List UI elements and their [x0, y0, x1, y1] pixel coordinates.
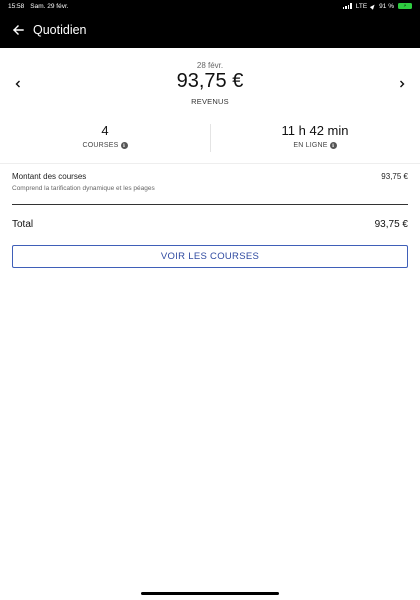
total-value: 93,75 € [374, 219, 408, 230]
online-duration: 11 h 42 min [281, 123, 349, 138]
stat-courses: 4 COURSES i [0, 122, 210, 156]
status-date: Sam. 29 févr. [30, 2, 69, 10]
battery-percent: 91 % [379, 2, 394, 10]
info-icon[interactable]: i [120, 142, 128, 149]
stat-divider [210, 124, 211, 152]
total-label: Total [12, 219, 34, 230]
network-label: LTE [355, 2, 368, 10]
online-label-row: EN LIGNE i [210, 142, 420, 149]
info-icon[interactable]: i [329, 142, 337, 149]
arrow-left-icon [13, 25, 24, 35]
summary-amount: 93,75 € [176, 70, 244, 92]
voir-les-courses-button[interactable]: VOIR LES COURSES [12, 245, 408, 268]
online-label: EN LIGNE [293, 142, 328, 149]
breakdown-divider [12, 204, 408, 205]
battery-icon: ⚡ [398, 3, 412, 9]
signal-icon [342, 3, 352, 9]
breakdown-value: 93,75 € [381, 172, 408, 181]
section-divider [0, 163, 420, 164]
chevron-right-icon [400, 80, 405, 88]
summary-date: 28 févr. [196, 61, 224, 70]
courses-label-row: COURSES i [0, 142, 210, 149]
back-button[interactable] [10, 22, 26, 38]
location-icon [370, 2, 377, 10]
summary-amount-label: REVENUS [191, 97, 229, 106]
status-time: 15:58 [8, 2, 25, 10]
page-title: Quotidien [33, 23, 87, 37]
breakdown-title: Montant des courses [12, 172, 87, 181]
status-bar: 15:58 Sam. 29 févr. LTE 91 % ⚡ [0, 0, 420, 12]
status-right: LTE 91 % ⚡ [342, 2, 412, 10]
app-header: Quotidien [0, 12, 420, 48]
home-indicator[interactable] [141, 592, 279, 595]
courses-label: COURSES [82, 142, 119, 149]
breakdown-note: Comprend la tarification dynamique et le… [12, 185, 155, 192]
stat-online: 11 h 42 min EN LIGNE i [210, 122, 420, 156]
status-left: 15:58 Sam. 29 févr. [8, 3, 69, 10]
next-day-button[interactable] [394, 76, 410, 92]
courses-count: 4 [101, 123, 109, 138]
app-screen: 15:58 Sam. 29 févr. LTE 91 % ⚡ Quotidien… [0, 0, 420, 600]
